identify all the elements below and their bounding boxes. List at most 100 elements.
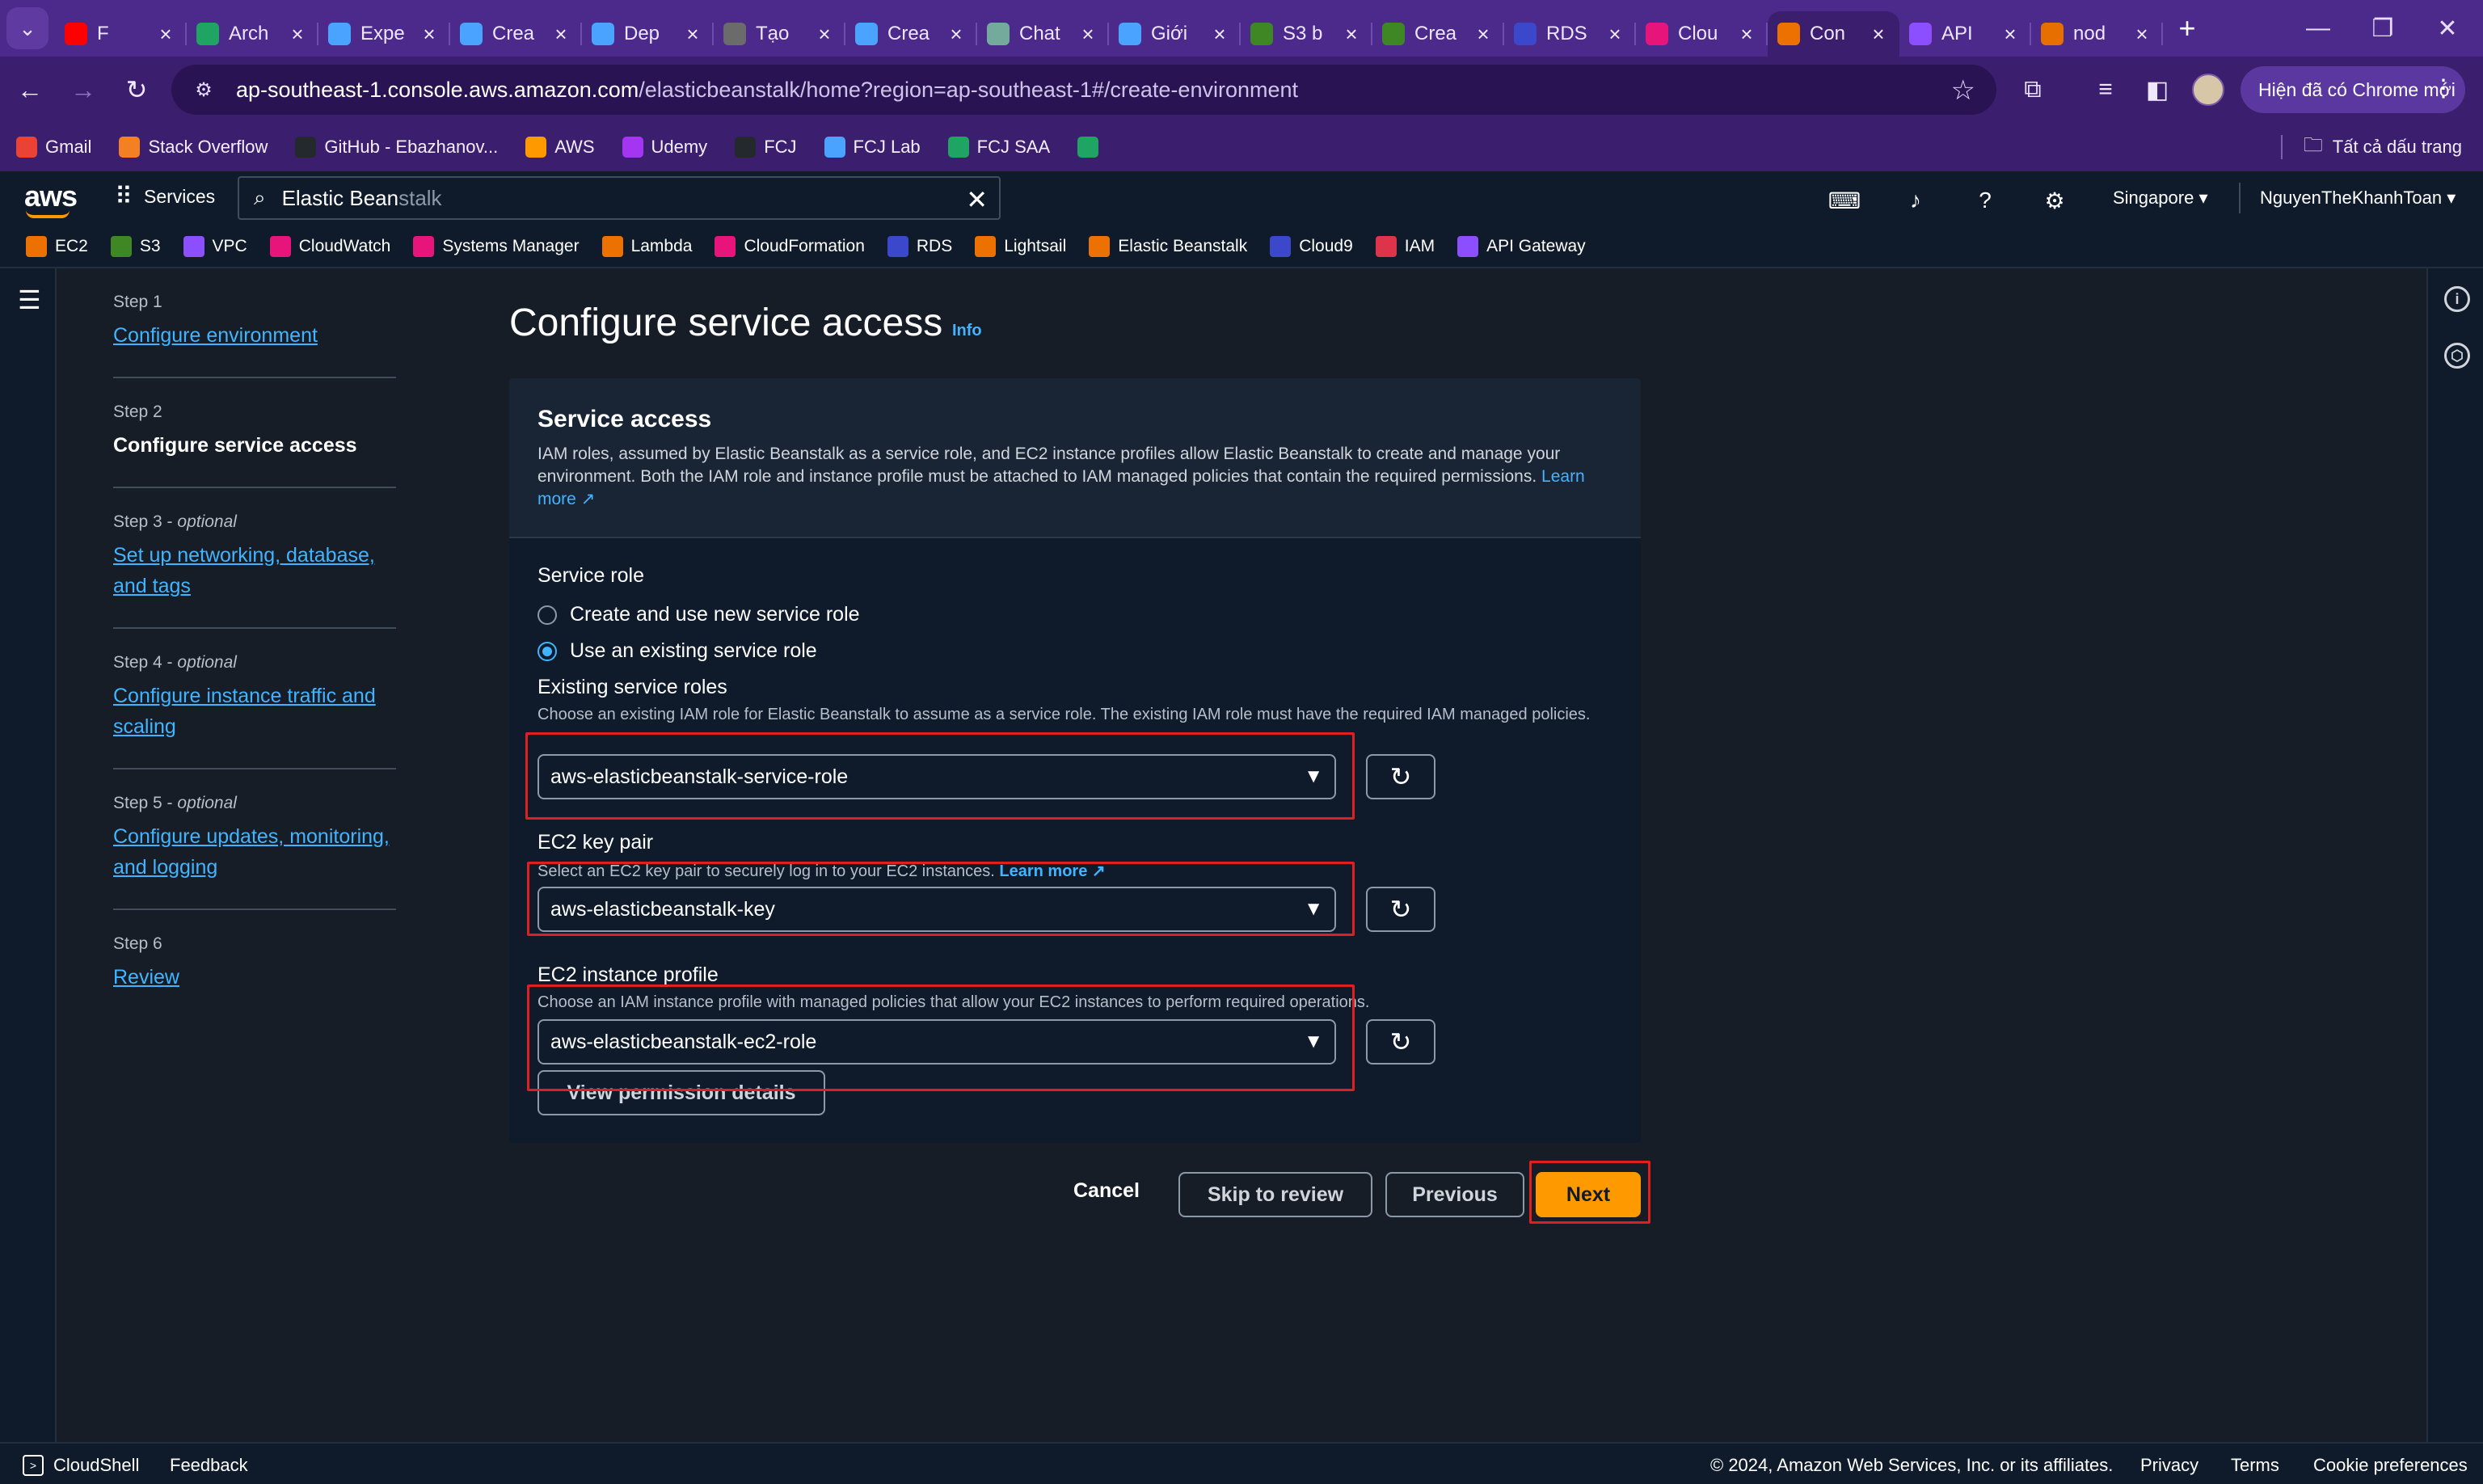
next-button[interactable]: Next: [1536, 1172, 1641, 1217]
region-selector[interactable]: Singapore ▾: [2113, 188, 2207, 209]
aws-search-input[interactable]: ⌕ Elastic Bean stalk ✕: [238, 176, 1001, 220]
feedback-link[interactable]: Feedback: [170, 1455, 248, 1476]
close-tab-icon[interactable]: ×: [1472, 22, 1494, 46]
account-menu[interactable]: NguyenTheKhanhToan ▾: [2260, 188, 2456, 209]
privacy-link[interactable]: Privacy: [2140, 1455, 2198, 1476]
radio-button-selected[interactable]: [537, 641, 557, 661]
bookmark-item[interactable]: Stack Overflow: [119, 137, 268, 158]
key-pair-learn-more-link[interactable]: Learn more ↗: [999, 862, 1105, 880]
settings-gear-icon[interactable]: ⚙: [2038, 184, 2071, 217]
existing-role-select[interactable]: aws-elasticbeanstalk-service-role ▼: [537, 754, 1336, 799]
all-bookmarks[interactable]: 🗀 Tất cả dấu trang: [2280, 123, 2462, 171]
info-link[interactable]: Info: [952, 322, 982, 340]
favorite-cloud9[interactable]: Cloud9: [1270, 236, 1353, 257]
browser-tab[interactable]: Arch ×: [187, 11, 318, 57]
new-tab-button[interactable]: +: [2166, 7, 2208, 49]
bookmark-item[interactable]: Udemy: [622, 137, 707, 158]
refresh-instance-profiles-button[interactable]: ↻: [1366, 1019, 1435, 1065]
notifications-bell-icon[interactable]: ♪: [1899, 184, 1932, 217]
info-panel-icon[interactable]: i: [2444, 286, 2470, 312]
favorite-lightsail[interactable]: Lightsail: [975, 236, 1066, 257]
close-tab-icon[interactable]: ×: [1735, 22, 1758, 46]
close-tab-icon[interactable]: ×: [1340, 22, 1363, 46]
favorite-lambda[interactable]: Lambda: [601, 236, 692, 257]
close-window-button[interactable]: ✕: [2412, 0, 2483, 57]
refresh-key-pairs-button[interactable]: ↻: [1366, 887, 1435, 932]
browser-tab[interactable]: Con ×: [1768, 11, 1899, 57]
bookmark-item[interactable]: GitHub - Ebazhanov...: [295, 137, 498, 158]
reload-button[interactable]: ↻: [113, 66, 160, 113]
favorite-rds[interactable]: RDS: [887, 236, 952, 257]
restore-button[interactable]: ❐: [2347, 0, 2418, 57]
cloudshell-icon[interactable]: ⌨: [1828, 184, 1861, 217]
extensions-icon[interactable]: ⧉: [2009, 65, 2056, 115]
aws-logo[interactable]: aws: [24, 179, 78, 218]
favorite-cloudwatch[interactable]: CloudWatch: [269, 236, 390, 257]
close-tab-icon[interactable]: ×: [1077, 22, 1099, 46]
close-tab-icon[interactable]: ×: [1999, 22, 2021, 46]
step-link[interactable]: Set up networking, database, and tags: [113, 540, 396, 601]
view-permission-details-button[interactable]: View permission details: [537, 1070, 825, 1115]
favorite-systems-manager[interactable]: Systems Manager: [413, 236, 580, 257]
close-tab-icon[interactable]: ×: [1867, 22, 1890, 46]
favorite-elastic-beanstalk[interactable]: Elastic Beanstalk: [1089, 236, 1247, 257]
browser-tab[interactable]: F ×: [55, 11, 187, 57]
services-menu[interactable]: ⠿ Services: [115, 183, 215, 211]
step-link[interactable]: Configure updates, monitoring, and loggi…: [113, 821, 396, 883]
hexagon-icon[interactable]: ⬡: [2444, 343, 2470, 369]
key-pair-select[interactable]: aws-elasticbeanstalk-key ▼: [537, 887, 1336, 932]
favorite-api-gateway[interactable]: API Gateway: [1457, 236, 1586, 257]
help-icon[interactable]: ?: [1969, 184, 2001, 217]
browser-tab[interactable]: Chat ×: [977, 11, 1109, 57]
address-bar[interactable]: ⚙ ap-southeast-1.console.aws.amazon.com /…: [171, 65, 1996, 115]
close-tab-icon[interactable]: ×: [418, 22, 441, 46]
back-button[interactable]: ←: [6, 66, 53, 113]
bookmark-item[interactable]: AWS: [525, 137, 595, 158]
browser-tab[interactable]: Dep ×: [582, 11, 714, 57]
browser-tab[interactable]: Giới ×: [1109, 11, 1241, 57]
skip-to-review-button[interactable]: Skip to review: [1178, 1172, 1372, 1217]
browser-tab[interactable]: Expe ×: [318, 11, 450, 57]
tab-search-button[interactable]: ⌄: [6, 7, 48, 49]
more-menu-icon[interactable]: ⋮: [2431, 74, 2456, 103]
side-panel-icon[interactable]: ◧: [2134, 65, 2181, 115]
forward-button[interactable]: →: [60, 66, 107, 113]
bookmark-item[interactable]: FCJ SAA: [947, 137, 1050, 158]
radio-button[interactable]: [537, 605, 557, 625]
favorite-ec2[interactable]: EC2: [26, 236, 88, 257]
favorite-vpc[interactable]: VPC: [183, 236, 247, 257]
previous-button[interactable]: Previous: [1385, 1172, 1524, 1217]
close-tab-icon[interactable]: ×: [154, 22, 177, 46]
step-link[interactable]: Configure environment: [113, 320, 396, 351]
radio-use-existing-role[interactable]: Use an existing service role: [537, 639, 817, 663]
clear-search-icon[interactable]: ✕: [966, 184, 988, 215]
terms-link[interactable]: Terms: [2231, 1455, 2279, 1476]
step-link[interactable]: Configure instance traffic and scaling: [113, 681, 396, 742]
favorite-iam[interactable]: IAM: [1375, 236, 1435, 257]
cancel-button[interactable]: Cancel: [1073, 1179, 1140, 1203]
browser-tab[interactable]: Clou ×: [1636, 11, 1768, 57]
menu-hamburger-icon[interactable]: ☰: [18, 285, 41, 315]
browser-tab[interactable]: RDS ×: [1504, 11, 1636, 57]
profile-avatar[interactable]: [2192, 74, 2224, 106]
bookmark-item[interactable]: Gmail: [16, 137, 91, 158]
favorite-cloudformation[interactable]: CloudFormation: [715, 236, 865, 257]
refresh-roles-button[interactable]: ↻: [1366, 754, 1435, 799]
close-tab-icon[interactable]: ×: [945, 22, 967, 46]
close-tab-icon[interactable]: ×: [681, 22, 704, 46]
close-tab-icon[interactable]: ×: [1604, 22, 1626, 46]
browser-tab[interactable]: Crea ×: [1372, 11, 1504, 57]
step-link[interactable]: Review: [113, 962, 396, 993]
minimize-button[interactable]: —: [2283, 0, 2354, 57]
browser-tab[interactable]: Tạo ×: [714, 11, 845, 57]
bookmark-item[interactable]: FCJ Lab: [824, 137, 921, 158]
favorite-s3[interactable]: S3: [110, 236, 161, 257]
site-info-icon[interactable]: ⚙: [188, 74, 220, 106]
chrome-update-button[interactable]: Hiện đã có Chrome mới ⋮: [2241, 66, 2465, 113]
cookie-preferences-link[interactable]: Cookie preferences: [2313, 1455, 2468, 1476]
radio-create-new-role[interactable]: Create and use new service role: [537, 603, 860, 626]
bookmark-star-icon[interactable]: ☆: [1951, 74, 1975, 107]
browser-tab[interactable]: S3 b ×: [1241, 11, 1372, 57]
close-tab-icon[interactable]: ×: [286, 22, 309, 46]
close-tab-icon[interactable]: ×: [1208, 22, 1231, 46]
